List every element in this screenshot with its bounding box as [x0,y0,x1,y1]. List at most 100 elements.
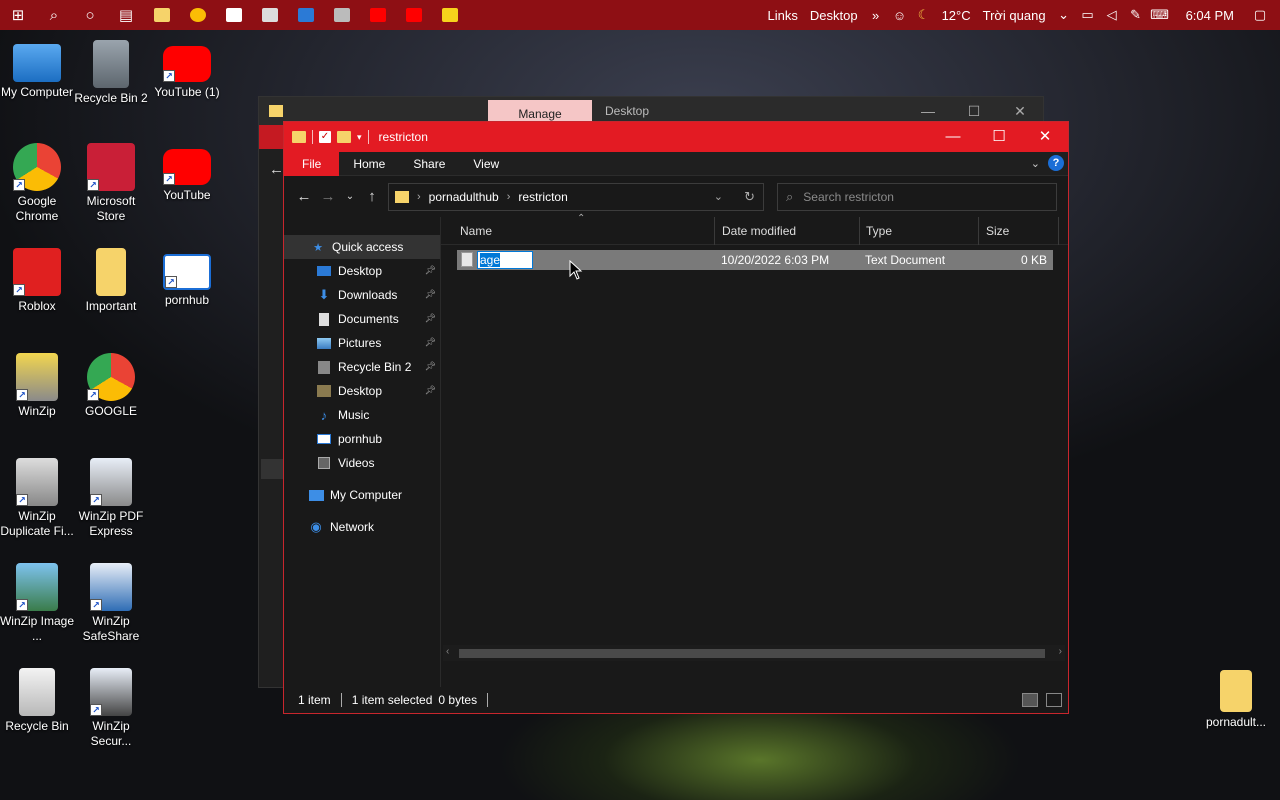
youtube-taskbar-icon-2[interactable] [396,0,432,30]
pin-icon[interactable]: 📌︎ [425,289,436,300]
column-divider[interactable] [859,217,860,245]
customize-qat-icon[interactable]: ▾ [357,132,362,143]
expand-ribbon-icon[interactable]: ⌄ [1031,157,1040,170]
details-view-icon[interactable] [1022,693,1038,707]
desktop-icon-my-computer[interactable]: My Computer [0,40,75,100]
desktop-icon-winzip-secure[interactable]: ↗ WinZip Secur... [73,668,149,749]
tab-home[interactable]: Home [339,152,399,176]
scroll-left-icon[interactable]: ‹ [446,646,449,657]
properties-icon[interactable]: ✓ [319,131,331,143]
chevron-up-icon[interactable]: ⌄ [1052,7,1076,23]
forward-arrow-icon[interactable]: → [316,188,340,205]
horizontal-scrollbar[interactable]: ‹ › [443,645,1065,661]
tab-file[interactable]: File [284,151,340,176]
people-icon[interactable]: ☺ [888,8,912,23]
chevron-right-icon[interactable]: » [864,8,888,23]
pin-icon[interactable]: 📌︎ [425,361,436,372]
youtube-taskbar-icon[interactable] [360,0,396,30]
column-divider[interactable] [978,217,979,245]
desktop-icon-winzip[interactable]: ↗ WinZip [0,353,75,419]
file-explorer-taskbar-icon[interactable] [144,0,180,30]
desktop-icon-winzip-image[interactable]: ↗ WinZip Image ... [0,563,75,644]
start-icon[interactable]: ⊞ [0,0,36,30]
back-arrow-icon[interactable]: ← [292,188,316,205]
chevron-right-icon[interactable]: › [507,191,511,203]
nav-item-videos[interactable]: Videos [284,451,440,475]
pin-icon[interactable]: 📌︎ [425,265,436,276]
table-row[interactable]: age 10/20/2022 6:03 PM Text Document 0 K… [457,250,1053,270]
desktop-icon-pornhub[interactable]: ↗ pornhub [149,248,225,308]
refresh-icon[interactable]: ↻ [744,189,755,205]
nav-item-recycle-bin-2[interactable]: Recycle Bin 2 📌︎ [284,355,440,379]
desktop-icon-pornadult-folder[interactable]: pornadult... [1198,670,1274,730]
desktop-icon-google-chrome[interactable]: ↗ Google Chrome [0,143,75,224]
search-icon[interactable]: ⌕ [36,0,72,30]
store-taskbar-icon[interactable] [216,0,252,30]
nav-item-my-computer[interactable]: My Computer [284,483,440,507]
desktop-icon-youtube[interactable]: ↗ YouTube [149,143,225,203]
desktop-icon-microsoft-store[interactable]: ↗ Microsoft Store [73,143,149,224]
back-arrow-icon[interactable]: ← [269,161,284,178]
file-tab-partial[interactable] [259,125,285,149]
chrome-taskbar-icon[interactable] [180,0,216,30]
scrollbar-thumb[interactable] [459,649,1045,658]
roblox-taskbar-icon[interactable] [252,0,288,30]
notification-icon[interactable]: ▢ [1248,7,1272,23]
breadcrumb-pornadulthub[interactable]: pornadulthub [429,190,499,204]
links-toolbar[interactable]: Links [762,8,804,23]
nav-item-desktop[interactable]: Desktop 📌︎ [284,259,440,283]
sticky-notes-taskbar-icon[interactable] [432,0,468,30]
nav-item-pictures[interactable]: Pictures 📌︎ [284,331,440,355]
nav-item-pornhub[interactable]: pornhub [284,427,440,451]
moon-icon[interactable]: ☾ [912,7,936,23]
desktop-icon-google[interactable]: ↗ GOOGLE [73,353,149,419]
address-bar[interactable]: › pornadulthub › restricton ⌄ ↻ [388,183,764,211]
network-icon[interactable]: ▭ [1076,7,1100,23]
column-date-modified[interactable]: Date modified [722,224,796,238]
task-view-icon[interactable]: ▤ [108,0,144,30]
tab-share[interactable]: Share [399,152,459,176]
minimize-icon[interactable]: — [930,122,976,152]
column-divider[interactable] [1058,217,1059,245]
pen-icon[interactable]: ✎ [1124,7,1148,23]
volume-icon[interactable]: ◁ [1100,7,1124,23]
desktop-icon-winzip-duplicate[interactable]: ↗ WinZip Duplicate Fi... [0,458,75,539]
nav-item-quick-access[interactable]: ★ Quick access [284,235,440,259]
app-taskbar-icon[interactable] [324,0,360,30]
recent-locations-icon[interactable]: ⌄ [340,191,360,202]
breadcrumb-restricton[interactable]: restricton [518,190,567,204]
keyboard-icon[interactable]: ⌨ [1148,7,1172,23]
desktop-icon-winzip-pdf[interactable]: ↗ WinZip PDF Express [73,458,149,539]
pin-icon[interactable]: 📌︎ [425,337,436,348]
help-icon[interactable]: ? [1048,155,1064,171]
search-input[interactable] [803,190,1034,204]
desktop-icon-recycle-bin-2[interactable]: Recycle Bin 2 [73,40,149,106]
weather-temp[interactable]: 12°C [936,8,977,23]
nav-item-music[interactable]: ♪ Music [284,403,440,427]
pin-icon[interactable]: 📌︎ [425,385,436,396]
maximize-icon[interactable]: ☐ [976,122,1022,152]
desktop-icon-recycle-bin[interactable]: Recycle Bin [0,668,75,734]
tab-view[interactable]: View [459,152,513,176]
chevron-right-icon[interactable]: › [417,191,421,203]
explorer-window[interactable]: ✓ ▾ restricton — ☐ ✕ File Home Share Vie… [283,121,1069,714]
desktop-toolbar[interactable]: Desktop [804,8,864,23]
column-size[interactable]: Size [986,224,1009,238]
column-type[interactable]: Type [866,224,892,238]
nav-item-downloads[interactable]: ⬇ Downloads 📌︎ [284,283,440,307]
nav-item-network[interactable]: ◉ Network [284,515,440,539]
close-icon[interactable]: ✕ [1022,122,1068,152]
weather-text[interactable]: Trời quang [977,8,1052,23]
desktop-taskbar-icon[interactable] [288,0,324,30]
cortana-icon[interactable]: ○ [72,0,108,30]
large-icons-view-icon[interactable] [1046,693,1062,707]
rename-field[interactable]: age [477,251,533,269]
desktop-icon-youtube-1[interactable]: ↗ YouTube (1) [149,40,225,100]
desktop-icon-roblox[interactable]: ↗ Roblox [0,248,75,314]
desktop-icon-important[interactable]: Important [73,248,149,314]
desktop-icon-winzip-safeshare[interactable]: ↗ WinZip SafeShare [73,563,149,644]
column-name[interactable]: Name [460,224,492,238]
pin-icon[interactable]: 📌︎ [425,313,436,324]
file-name-selected[interactable]: age [480,253,501,267]
nav-item-desktop-2[interactable]: Desktop 📌︎ [284,379,440,403]
